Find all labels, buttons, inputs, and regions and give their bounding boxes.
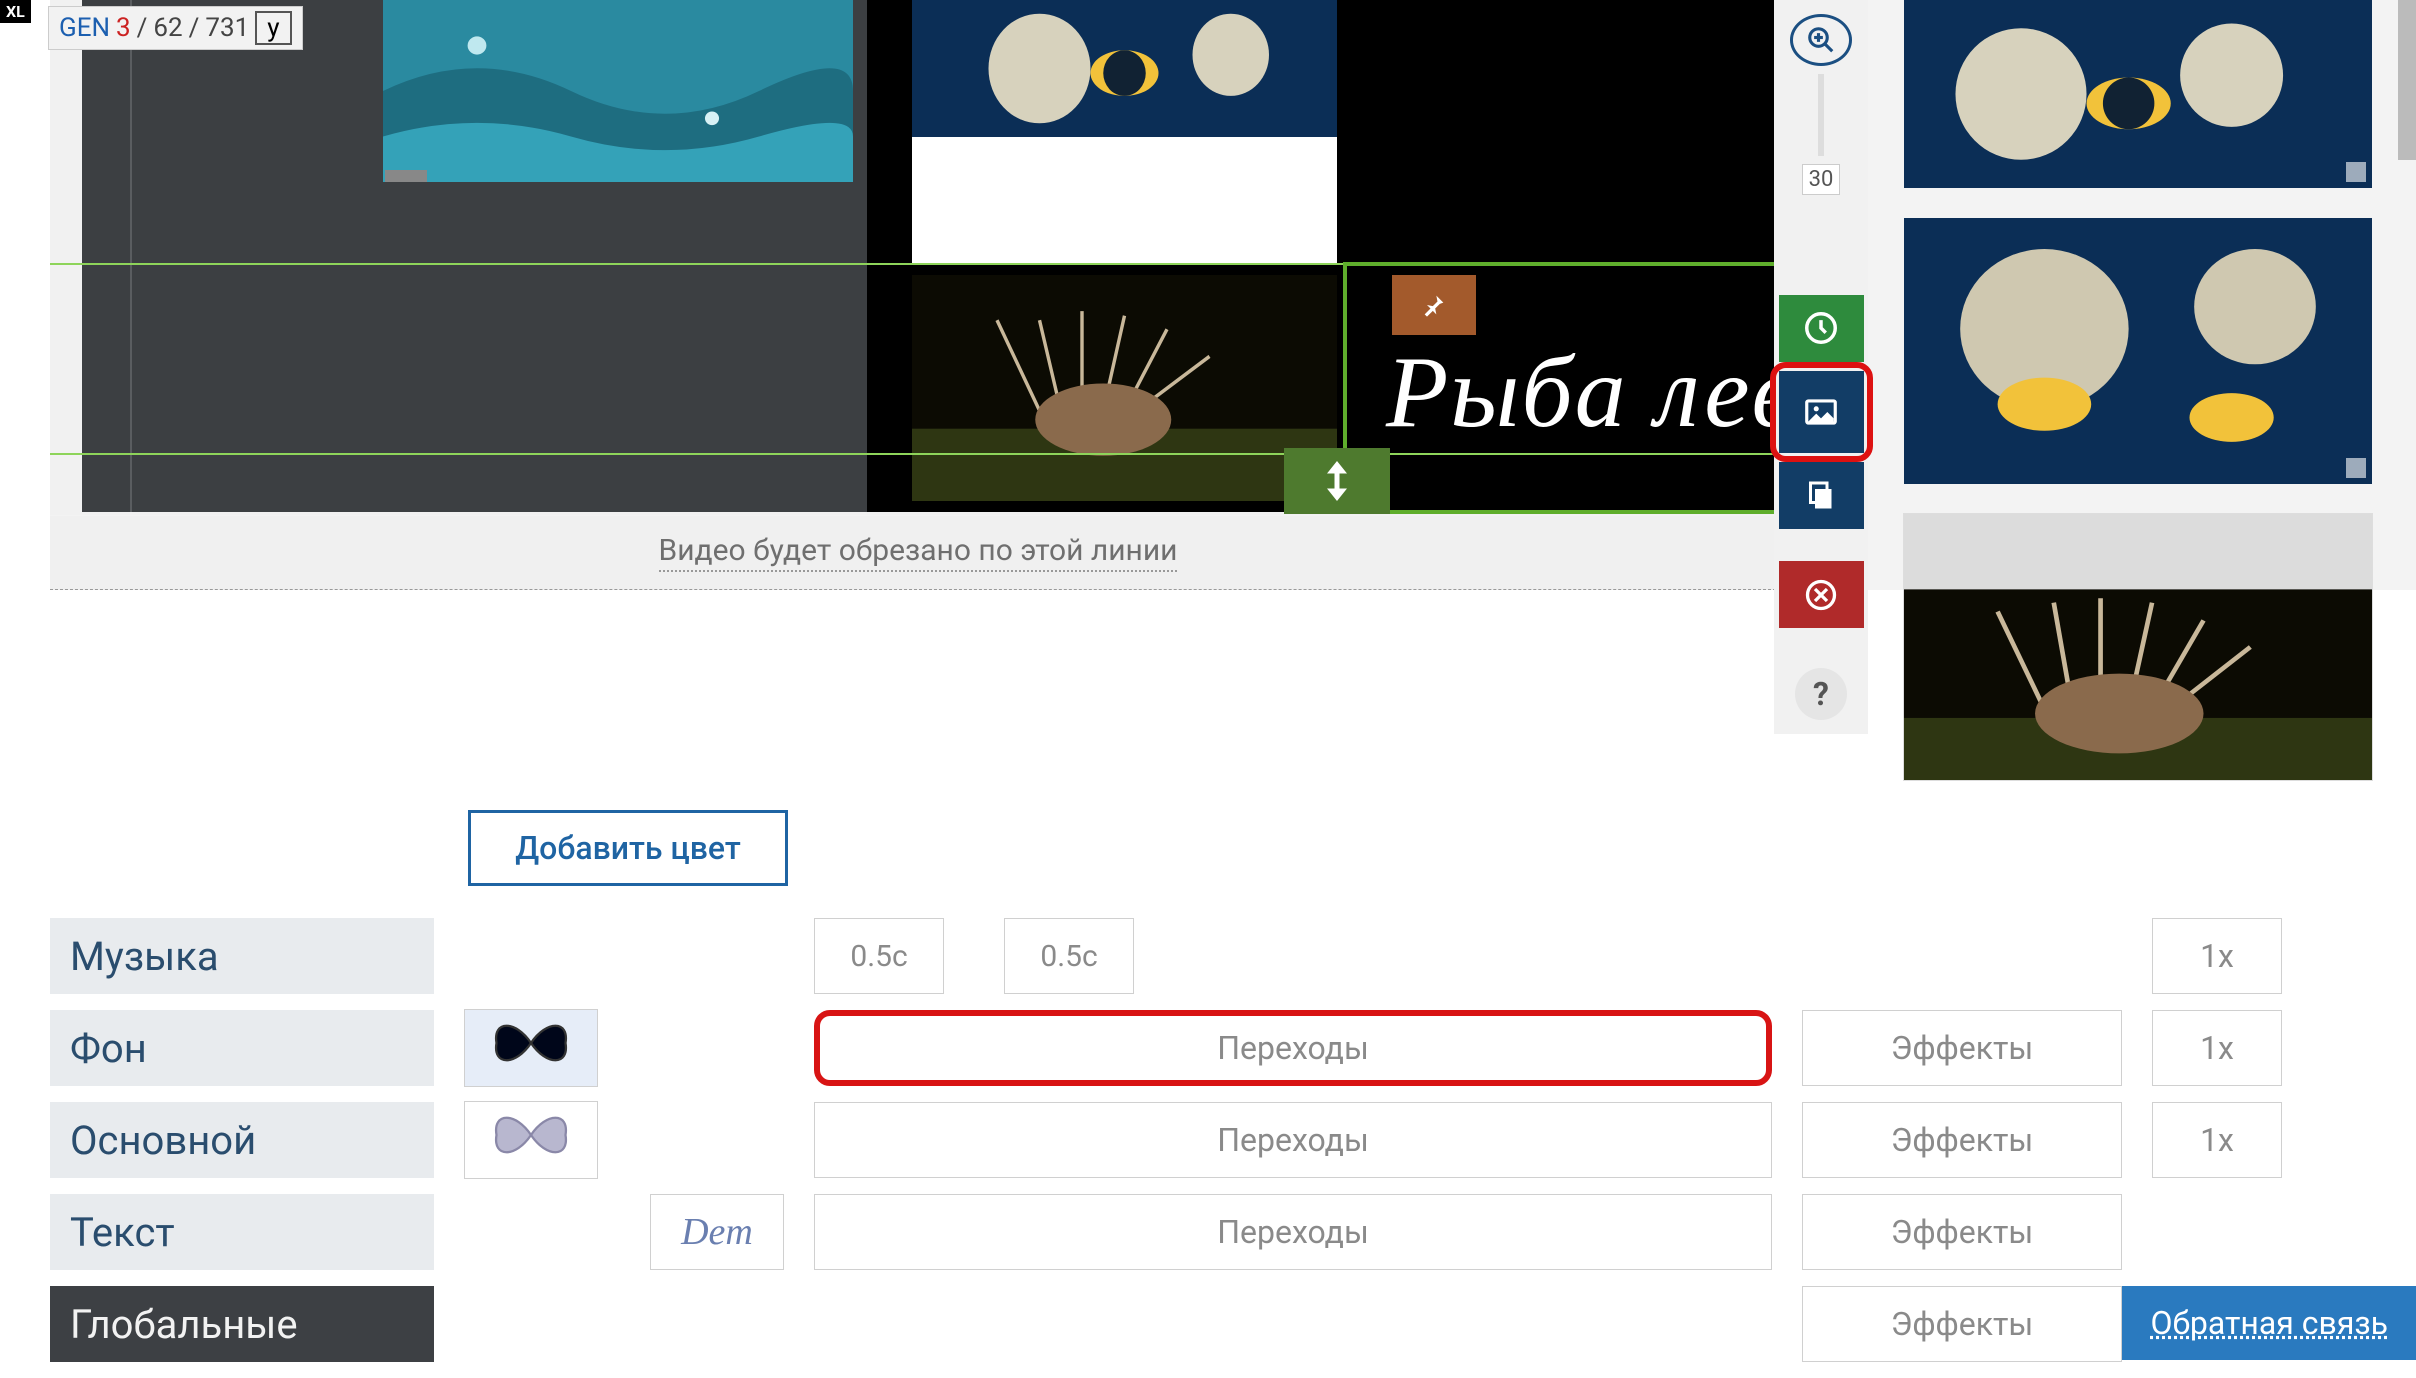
image-tool-button[interactable] <box>1779 371 1864 453</box>
resize-handle[interactable] <box>1284 448 1390 514</box>
track-col-2 <box>132 0 377 512</box>
gen-label: GEN <box>59 13 110 43</box>
crop-note-text: Видео будет обрезано по этой линии <box>659 533 1178 572</box>
help-button[interactable]: ? <box>1779 661 1864 728</box>
clip-lionfish[interactable] <box>912 275 1337 501</box>
track-band: Рыба лев <box>50 0 1786 515</box>
zoom-slider[interactable] <box>1818 74 1824 156</box>
feedback-button[interactable]: Обратная связь <box>2122 1286 2416 1360</box>
transitions-button-3[interactable]: Переходы <box>814 1194 1772 1270</box>
tab-text[interactable]: Текст <box>50 1194 434 1270</box>
effects-button-2[interactable]: Эффекты <box>1802 1102 2122 1178</box>
clip-spacer-white <box>912 137 1337 265</box>
butterfly-icon <box>485 1012 577 1085</box>
time-tool-button[interactable] <box>1779 295 1864 362</box>
text-thumb-dem[interactable]: Dem <box>650 1194 784 1270</box>
resize-icon <box>1324 461 1350 501</box>
clip-water[interactable] <box>383 0 853 182</box>
close-circle-icon <box>1803 577 1839 613</box>
track-col-3-bot <box>377 182 867 512</box>
gen-sep-2: / <box>189 13 200 43</box>
duration-b[interactable]: 0.5с <box>1004 918 1134 994</box>
right-toolbar: 30 ? <box>1774 0 1868 734</box>
effects-button-1[interactable]: Эффекты <box>1802 1010 2122 1086</box>
gen-num-b: 62 <box>153 13 182 43</box>
preview-clip-1[interactable] <box>1904 0 2372 188</box>
xl-badge: XL <box>0 0 31 23</box>
preview-clip-3[interactable] <box>1904 514 2372 780</box>
effects-button-4[interactable]: Эффекты <box>1802 1286 2122 1362</box>
effects-button-3[interactable]: Эффекты <box>1802 1194 2122 1270</box>
copy-icon <box>1803 477 1839 513</box>
image-tool-highlight <box>1770 362 1873 462</box>
gen-num-a: 3 <box>116 13 131 43</box>
track-hscroll-thumb[interactable] <box>385 170 427 182</box>
tab-background[interactable]: Фон <box>50 1010 434 1086</box>
copy-tool-button[interactable] <box>1779 462 1864 529</box>
speed-2[interactable]: 1x <box>2152 1010 2282 1086</box>
transitions-button-1[interactable]: Переходы <box>814 1010 1772 1086</box>
expand-icon[interactable] <box>2346 162 2366 182</box>
clip-preview-panel <box>1904 0 2372 780</box>
tab-main[interactable]: Основной <box>50 1102 434 1178</box>
crop-note: Видео будет обрезано по этой линии <box>50 516 1786 590</box>
gen-counter: GEN 3 / 62 / 731 y <box>48 6 303 50</box>
pin-button[interactable] <box>1392 275 1476 335</box>
expand-icon[interactable] <box>2346 458 2366 478</box>
main-thumb-1[interactable] <box>464 1101 598 1179</box>
image-icon <box>1802 393 1840 431</box>
bg-thumb-1[interactable] <box>464 1009 598 1087</box>
gen-sep-1: / <box>137 13 148 43</box>
tab-global[interactable]: Глобальные <box>50 1286 434 1362</box>
delete-tool-button[interactable] <box>1779 561 1864 628</box>
gen-y-box[interactable]: y <box>255 11 291 45</box>
duration-a[interactable]: 0.5с <box>814 918 944 994</box>
zoom-in-button[interactable] <box>1790 14 1852 66</box>
clip-reef-fish[interactable] <box>912 0 1337 137</box>
preview-clip-2[interactable] <box>1904 218 2372 484</box>
clock-icon <box>1802 309 1840 347</box>
transitions-button-2[interactable]: Переходы <box>814 1102 1772 1178</box>
zoom-value: 30 <box>1802 164 1841 195</box>
tab-music[interactable]: Музыка <box>50 918 434 994</box>
speed-3[interactable]: 1x <box>2152 1102 2282 1178</box>
zoom-in-icon <box>1806 25 1836 55</box>
page-scrollbar[interactable] <box>2398 0 2416 160</box>
help-icon: ? <box>1795 668 1847 720</box>
add-color-button[interactable]: Добавить цвет <box>468 810 788 886</box>
gen-num-c: 731 <box>205 13 249 43</box>
speed-1[interactable]: 1x <box>2152 918 2282 994</box>
butterfly-icon <box>485 1104 577 1177</box>
pin-icon <box>1420 291 1448 319</box>
overlay-text: Рыба лев <box>1386 334 1798 451</box>
track-gutter <box>82 0 130 512</box>
